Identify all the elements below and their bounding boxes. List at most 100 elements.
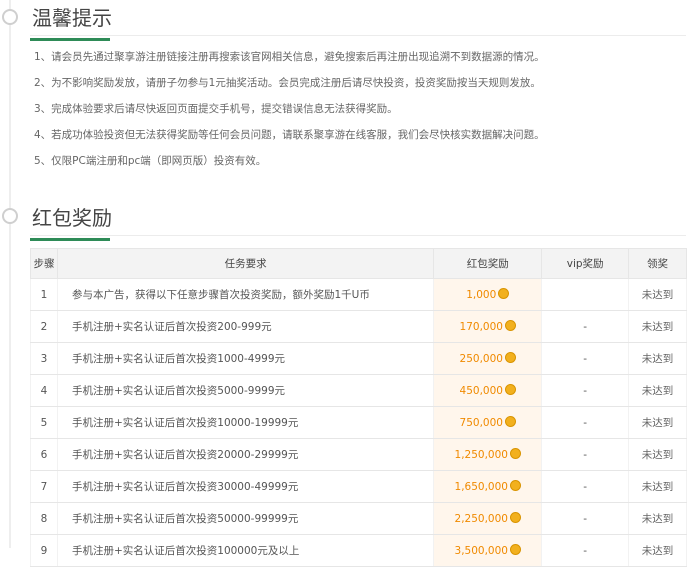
tips-title-text: 温馨提示	[32, 6, 112, 30]
step-cell: 7	[30, 470, 58, 503]
task-cell: 手机注册+实名认证后首次投资50000-99999元	[56, 502, 435, 535]
step-cell: 9	[30, 534, 58, 567]
gold-coin-icon	[498, 288, 510, 299]
vip-cell-text: -	[583, 320, 588, 333]
step-cell-text: 7	[40, 480, 48, 493]
gold-coin-icon	[509, 544, 521, 555]
gold-coin-icon	[509, 480, 521, 491]
tips-list: 1、请会员先通过聚享游注册链接注册再搜索该官网相关信息，避免搜索后再注册出现追溯…	[34, 44, 674, 174]
reward-cell-text: 2,250,000	[454, 513, 508, 525]
step-cell-text: 1	[40, 288, 48, 301]
reward-cell: 1,650,000	[433, 470, 543, 503]
status-cell: 未达到	[628, 438, 687, 471]
reward-cell: 3,500,000	[433, 534, 543, 567]
tips-title-underline	[30, 38, 110, 41]
step-cell-text: 2	[40, 320, 48, 333]
gold-coin-icon	[509, 448, 521, 459]
step-cell: 5	[30, 406, 58, 439]
vip-cell: -	[541, 374, 630, 407]
timeline-line	[9, 0, 11, 548]
header-task: 任务要求	[56, 248, 435, 279]
status-cell-text: 未达到	[641, 417, 674, 429]
tips-section-title: 温馨提示	[30, 2, 112, 41]
tip-item: 2、为不影响奖励发放，请册子勿参与1元抽奖活动。会员完成注册后请尽快投资，投资奖…	[34, 77, 541, 89]
status-cell: 未达到	[628, 278, 687, 311]
reward-cell-text: 170,000	[459, 321, 503, 333]
vip-cell-text: -	[583, 352, 588, 365]
reward-cell: 1,000	[433, 278, 543, 311]
status-cell-text: 未达到	[641, 449, 674, 461]
step-cell: 3	[30, 342, 58, 375]
step-cell-text: 4	[40, 384, 48, 397]
task-cell: 参与本广告，获得以下任意步骤首次投资奖励，额外奖励1千U币	[56, 278, 435, 311]
table-row: 2 手机注册+实名认证后首次投资200-999元 170,000 - 未达到	[30, 310, 687, 343]
step-cell-text: 8	[40, 512, 48, 525]
gold-coin-icon	[504, 416, 516, 427]
header-reward: 红包奖励	[433, 248, 543, 279]
tip-item: 5、仅限PC端注册和pc端（即网页版）投资有效。	[34, 155, 267, 167]
task-cell-text: 手机注册+实名认证后首次投资5000-9999元	[71, 385, 285, 397]
circle-marker-icon	[2, 208, 18, 224]
step-cell: 2	[30, 310, 58, 343]
table-row: 7 手机注册+实名认证后首次投资30000-49999元 1,650,000 - 未达到	[30, 470, 687, 503]
task-cell: 手机注册+实名认证后首次投资1000-4999元	[56, 342, 435, 375]
status-cell: 未达到	[628, 502, 687, 535]
step-cell: 4	[30, 374, 58, 407]
vip-cell-text: -	[583, 480, 588, 493]
reward-cell: 450,000	[433, 374, 543, 407]
task-cell-text: 手机注册+实名认证后首次投资30000-49999元	[71, 481, 299, 493]
table-row: 9 手机注册+实名认证后首次投资100000元及以上 3,500,000 - 未达到	[30, 534, 687, 567]
section-divider	[30, 35, 686, 36]
task-cell-text: 手机注册+实名认证后首次投资10000-19999元	[71, 417, 299, 429]
status-cell-text: 未达到	[641, 481, 674, 493]
status-cell-text: 未达到	[641, 385, 674, 397]
reward-cell-text: 450,000	[459, 385, 503, 397]
tip-item: 3、完成体验要求后请尽快返回页面提交手机号，提交错误信息无法获得奖励。	[34, 103, 398, 115]
vip-cell: -	[541, 534, 630, 567]
task-cell-text: 手机注册+实名认证后首次投资1000-4999元	[71, 353, 285, 365]
step-cell-text: 3	[40, 352, 48, 365]
step-cell-text: 6	[40, 448, 48, 461]
status-cell: 未达到	[628, 374, 687, 407]
status-cell: 未达到	[628, 470, 687, 503]
circle-marker-icon	[2, 9, 18, 25]
status-cell-text: 未达到	[641, 321, 674, 333]
vip-cell	[541, 278, 630, 311]
tip-item: 1、请会员先通过聚享游注册链接注册再搜索该官网相关信息，避免搜索后再注册出现追溯…	[34, 51, 545, 63]
section-divider	[30, 235, 686, 236]
reward-cell: 250,000	[433, 342, 543, 375]
status-cell: 未达到	[628, 342, 687, 375]
rewards-table: 步骤 任务要求 红包奖励 vip奖励 领奖 1 参与本广告，获得以下任意步骤首次投…	[30, 248, 687, 567]
reward-cell: 2,250,000	[433, 502, 543, 535]
gold-coin-icon	[504, 384, 516, 395]
header-step: 步骤	[30, 248, 58, 279]
header-vip: vip奖励	[541, 248, 630, 279]
vip-cell: -	[541, 502, 630, 535]
reward-cell-text: 250,000	[459, 353, 503, 365]
rewards-section-title: 红包奖励	[30, 202, 112, 241]
reward-cell-text: 3,500,000	[454, 545, 508, 557]
vip-cell: -	[541, 406, 630, 439]
task-cell: 手机注册+实名认证后首次投资5000-9999元	[56, 374, 435, 407]
table-header-row: 步骤 任务要求 红包奖励 vip奖励 领奖	[30, 248, 687, 279]
vip-cell: -	[541, 342, 630, 375]
reward-cell-text: 1,650,000	[454, 481, 508, 493]
task-cell: 手机注册+实名认证后首次投资100000元及以上	[56, 534, 435, 567]
step-cell: 1	[30, 278, 58, 311]
reward-cell: 1,250,000	[433, 438, 543, 471]
task-cell-text: 手机注册+实名认证后首次投资20000-29999元	[71, 449, 299, 461]
step-cell-text: 5	[40, 416, 48, 429]
reward-cell-text: 1,250,000	[454, 449, 508, 461]
reward-cell: 750,000	[433, 406, 543, 439]
table-row: 1 参与本广告，获得以下任意步骤首次投资奖励，额外奖励1千U币 1,000 未达到	[30, 278, 687, 311]
header-claim: 领奖	[628, 248, 687, 279]
task-cell: 手机注册+实名认证后首次投资10000-19999元	[56, 406, 435, 439]
vip-cell-text: -	[583, 416, 588, 429]
status-cell-text: 未达到	[641, 353, 674, 365]
task-cell-text: 手机注册+实名认证后首次投资100000元及以上	[71, 545, 300, 557]
task-cell: 手机注册+实名认证后首次投资200-999元	[56, 310, 435, 343]
task-cell: 手机注册+实名认证后首次投资30000-49999元	[56, 470, 435, 503]
step-cell: 6	[30, 438, 58, 471]
rewards-title-text: 红包奖励	[32, 206, 112, 230]
vip-cell-text: -	[583, 448, 588, 461]
